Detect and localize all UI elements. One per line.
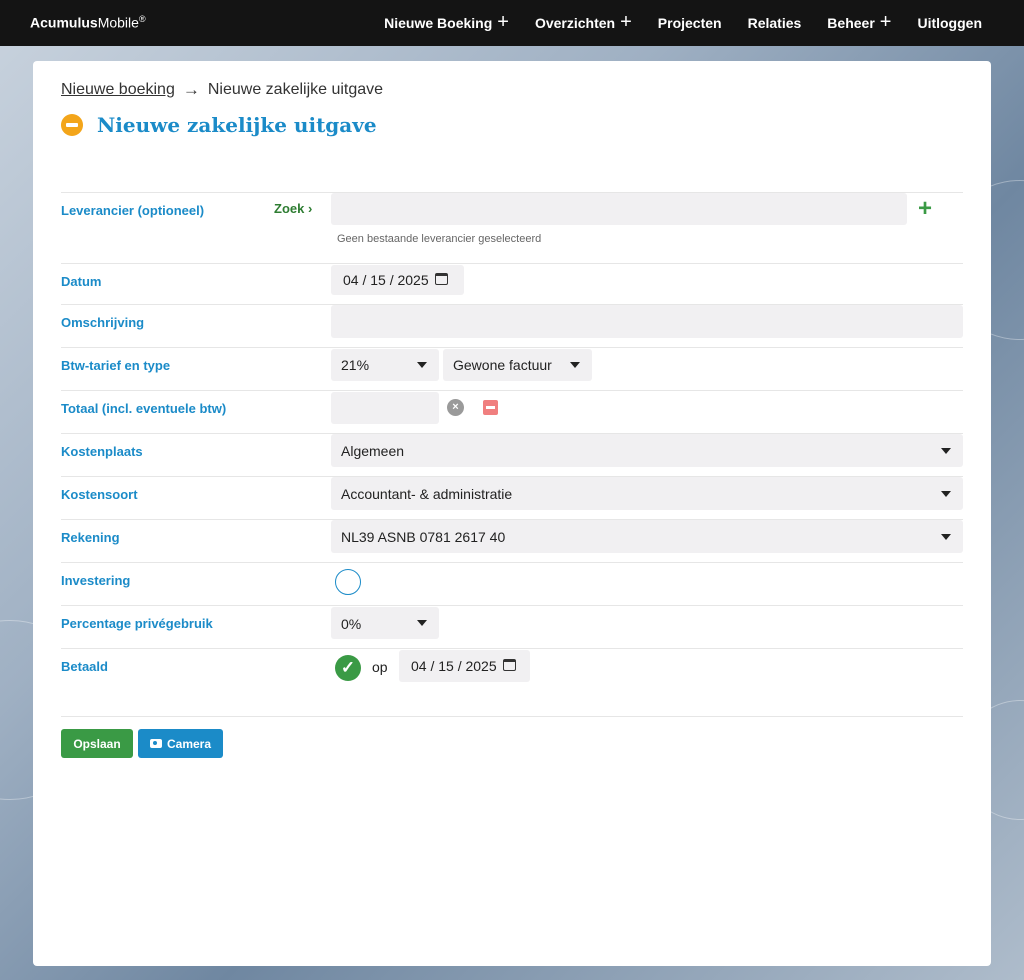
row-betaald: Betaald ✓ op 04 / 15 / 2025 — [61, 648, 963, 691]
remove-icon[interactable] — [483, 400, 498, 415]
label-omschrijving: Omschrijving — [61, 315, 145, 330]
row-rekening: Rekening NL39 ASNB 0781 2617 40 — [61, 519, 963, 562]
row-kostensoort: Kostensoort Accountant- & administratie — [61, 476, 963, 519]
caret-down-icon — [941, 448, 951, 454]
label-datum: Datum — [61, 274, 102, 289]
prive-select[interactable]: 0% — [331, 607, 439, 639]
leverancier-input[interactable] — [331, 193, 907, 225]
save-button[interactable]: Opslaan — [61, 729, 133, 758]
arrow-right-icon: → — [182, 80, 200, 99]
rekening-select[interactable]: NL39 ASNB 0781 2617 40 — [331, 520, 963, 553]
caret-down-icon — [941, 491, 951, 497]
row-omschrijving: Omschrijving — [61, 304, 963, 347]
row-investering: Investering — [61, 562, 963, 605]
row-totaal: Totaal (incl. eventuele btw) × — [61, 390, 963, 433]
betaald-checkbox[interactable]: ✓ — [335, 655, 361, 681]
label-totaal: Totaal (incl. eventuele btw) — [61, 401, 227, 416]
nav-nieuwe-boeking[interactable]: Nieuwe Boeking + — [384, 11, 509, 33]
caret-down-icon — [570, 362, 580, 368]
form-card: Nieuwe boeking → Nieuwe zakelijke uitgav… — [33, 61, 991, 966]
betaald-op-label: op — [372, 659, 388, 675]
btw-tarief-select[interactable]: 21% — [331, 349, 439, 381]
caret-down-icon — [417, 362, 427, 368]
calendar-icon[interactable] — [503, 659, 516, 671]
divider — [61, 716, 963, 717]
label-rekening: Rekening — [61, 530, 120, 545]
calendar-icon[interactable] — [435, 273, 448, 285]
nav-beheer[interactable]: Beheer + — [827, 11, 892, 33]
nav-projecten[interactable]: Projecten — [658, 15, 722, 31]
label-leverancier: Leverancier (optioneel) — [61, 203, 205, 218]
camera-icon — [149, 739, 162, 748]
brand-logo[interactable]: AcumulusMobile® — [30, 14, 146, 31]
omschrijving-input[interactable] — [331, 305, 963, 338]
caret-down-icon — [417, 620, 427, 626]
label-btw: Btw-tarief en type — [61, 358, 171, 373]
investering-checkbox[interactable] — [335, 569, 361, 595]
kostenplaats-select[interactable]: Algemeen — [331, 434, 963, 467]
add-leverancier-icon[interactable]: + — [918, 197, 932, 221]
breadcrumb-current: Nieuwe zakelijke uitgave — [207, 81, 384, 98]
kostensoort-select[interactable]: Accountant- & administratie — [331, 477, 963, 510]
row-btw: Btw-tarief en type 21% Gewone factuur — [61, 347, 963, 390]
label-prive: Percentage privégebruik — [61, 616, 213, 631]
label-investering: Investering — [61, 573, 131, 588]
camera-button[interactable]: Camera — [138, 729, 223, 758]
nav-relaties[interactable]: Relaties — [748, 15, 802, 31]
plus-icon: + — [620, 11, 632, 33]
clear-icon[interactable]: × — [447, 399, 464, 416]
caret-down-icon — [941, 534, 951, 540]
leverancier-hint: Geen bestaande leverancier geselecteerd — [337, 233, 542, 245]
zoek-link[interactable]: Zoek › — [274, 201, 312, 216]
nav-uitloggen[interactable]: Uitloggen — [917, 15, 982, 31]
label-betaald: Betaald — [61, 659, 108, 674]
breadcrumb: Nieuwe boeking → Nieuwe zakelijke uitgav… — [61, 80, 383, 100]
row-kostenplaats: Kostenplaats Algemeen — [61, 433, 963, 476]
nav-overzichten[interactable]: Overzichten + — [535, 11, 632, 33]
expense-minus-icon — [61, 114, 83, 136]
totaal-input[interactable] — [331, 392, 439, 424]
label-kostenplaats: Kostenplaats — [61, 444, 143, 459]
row-prive: Percentage privégebruik 0% — [61, 605, 963, 648]
btw-type-select[interactable]: Gewone factuur — [443, 349, 592, 381]
betaald-datum-input[interactable]: 04 / 15 / 2025 — [399, 650, 530, 682]
main-nav: Nieuwe Boeking + Overzichten + Projecten R… — [384, 0, 982, 46]
row-datum: Datum 04 / 15 / 2025 — [61, 263, 963, 304]
label-kostensoort: Kostensoort — [61, 487, 138, 502]
chevron-right-icon: › — [307, 201, 313, 216]
plus-icon: + — [497, 11, 509, 33]
top-navbar: AcumulusMobile® Nieuwe Boeking + Overzich… — [0, 0, 1024, 46]
plus-icon: + — [879, 11, 892, 33]
row-leverancier: Leverancier (optioneel) Zoek › + Geen be… — [61, 192, 963, 264]
page-title: Nieuwe zakelijke uitgave — [97, 113, 377, 137]
breadcrumb-parent-link[interactable]: Nieuwe boeking — [61, 81, 175, 99]
title-row: Nieuwe zakelijke uitgave — [61, 113, 377, 137]
datum-input[interactable]: 04 / 15 / 2025 — [331, 265, 464, 295]
